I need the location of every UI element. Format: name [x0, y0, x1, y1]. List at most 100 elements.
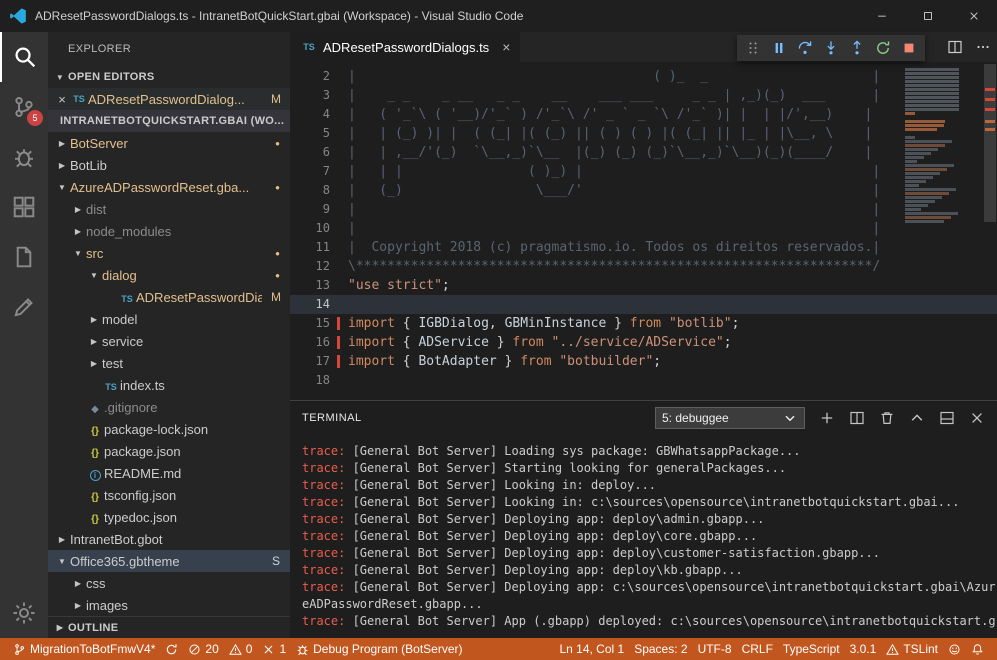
code-line[interactable]: 12\*************************************…	[290, 257, 997, 276]
status-warnings[interactable]: 0	[224, 638, 258, 660]
code-line[interactable]: 16import { ADService } from "../service/…	[290, 333, 997, 352]
status-eol[interactable]: CRLF	[737, 642, 778, 656]
terminal-split-editor-button[interactable]	[849, 410, 865, 426]
code-line[interactable]: 10| |	[290, 219, 997, 238]
chevron-down-icon[interactable]: ▼	[54, 557, 70, 566]
status-sync[interactable]	[160, 638, 183, 660]
terminal-tab[interactable]: TERMINAL	[302, 412, 362, 424]
code-line[interactable]: 17import { BotAdapter } from "botbuilder…	[290, 352, 997, 371]
debug-step-over-button[interactable]	[793, 36, 817, 60]
chevron-right-icon[interactable]: ▶	[70, 601, 86, 610]
open-editors-header[interactable]: ▼ OPEN EDITORS	[48, 66, 290, 88]
tab-close-icon[interactable]: ×	[502, 39, 510, 55]
chevron-right-icon[interactable]: ▶	[54, 161, 70, 170]
tree-item[interactable]: ◆.gitignore	[48, 396, 290, 418]
close-button[interactable]	[951, 0, 997, 32]
minimap[interactable]	[905, 68, 967, 400]
code-line[interactable]: 7| | | ( )_) | |	[290, 162, 997, 181]
activity-extensions[interactable]	[0, 182, 48, 232]
activity-gear[interactable]	[0, 588, 48, 638]
status-encoding[interactable]: UTF-8	[693, 642, 737, 656]
status-info-count[interactable]: 1	[257, 638, 291, 660]
activity-search[interactable]	[0, 32, 48, 82]
activity-source-control[interactable]: 5	[0, 82, 48, 132]
tree-item[interactable]: ▼AzureADPasswordReset.gba...●	[48, 176, 290, 198]
debug-step-into-button[interactable]	[819, 36, 843, 60]
tree-item[interactable]: ▶css	[48, 572, 290, 594]
code-line[interactable]: 14	[290, 295, 997, 314]
terminal-chevron-up-button[interactable]	[909, 410, 925, 426]
more-actions-button[interactable]	[975, 39, 991, 55]
chevron-right-icon[interactable]: ▶	[54, 535, 70, 544]
tree-item[interactable]: {}package.json	[48, 440, 290, 462]
code-line[interactable]: 15import { IGBDialog, GBMinInstance } fr…	[290, 314, 997, 333]
chevron-right-icon[interactable]: ▶	[70, 205, 86, 214]
chevron-right-icon[interactable]: ▶	[86, 315, 102, 324]
maximize-button[interactable]	[905, 0, 951, 32]
minimize-button[interactable]	[859, 0, 905, 32]
status-debug-program[interactable]: Debug Program (BotServer)	[291, 638, 467, 660]
activity-file[interactable]	[0, 232, 48, 282]
tree-item[interactable]: ▼Office365.gbthemeS	[48, 550, 290, 572]
workspace-header[interactable]: INTRANETBOTQUICKSTART.GBAI (WO...	[48, 110, 290, 132]
close-icon[interactable]: ×	[54, 92, 70, 107]
terminal-close-button[interactable]	[969, 410, 985, 426]
tree-item[interactable]: ▶BotServer●	[48, 132, 290, 154]
chevron-right-icon[interactable]: ▶	[86, 337, 102, 346]
status-indentation[interactable]: Spaces: 2	[629, 642, 692, 656]
open-editor-item[interactable]: ×TSADResetPasswordDialog...M	[48, 88, 290, 110]
chevron-down-icon[interactable]: ▼	[70, 249, 86, 258]
outline-header[interactable]: ▶ OUTLINE	[48, 616, 290, 638]
chevron-down-icon[interactable]: ▼	[54, 183, 70, 192]
status-ts-version[interactable]: 3.0.1	[845, 642, 882, 656]
chevron-right-icon[interactable]: ▶	[70, 579, 86, 588]
code-line[interactable]: 8| (_) \___/' |	[290, 181, 997, 200]
editor-scrollbar[interactable]	[983, 62, 997, 400]
code-line[interactable]: 9| |	[290, 200, 997, 219]
code-line[interactable]: 3| _ _ _ __ _ _ __ ___ ___ _ _ | ,_)(_) …	[290, 86, 997, 105]
code-line[interactable]: 13"use strict";	[290, 276, 997, 295]
status-tslint[interactable]: TSLint	[881, 642, 943, 656]
code-line[interactable]: 4| ( '_`\ ( '__)/'_` ) /'_`\ /' _ ` _ `\…	[290, 105, 997, 124]
debug-restart-button[interactable]	[871, 36, 895, 60]
code-line[interactable]: 11| Copyright 2018 (c) pragmatismo.io. T…	[290, 238, 997, 257]
status-language-mode[interactable]: TypeScript	[778, 642, 845, 656]
status-feedback[interactable]	[943, 643, 966, 656]
terminal-select[interactable]: 5: debuggee	[655, 407, 805, 429]
tree-item[interactable]: ▼dialog●	[48, 264, 290, 286]
tree-item[interactable]: ▶node_modules	[48, 220, 290, 242]
tree-item[interactable]: TSADResetPasswordDial...M	[48, 286, 290, 308]
debug-step-out-button[interactable]	[845, 36, 869, 60]
terminal-trash-button[interactable]	[879, 410, 895, 426]
tree-item[interactable]: ▶IntranetBot.gbot	[48, 528, 290, 550]
chevron-right-icon[interactable]: ▶	[70, 227, 86, 236]
terminal-output[interactable]: trace: [General Bot Server] Loading sys …	[290, 435, 997, 638]
code-editor[interactable]: 2| ( )_ _ |3| _ _ _ __ _ _ __ ___ ___ _ …	[290, 62, 997, 400]
tree-item[interactable]: ▶images	[48, 594, 290, 616]
debug-stop-button[interactable]	[897, 36, 921, 60]
tree-item[interactable]: {}package-lock.json	[48, 418, 290, 440]
terminal-panel-button[interactable]	[939, 410, 955, 426]
tree-item[interactable]: iREADME.md	[48, 462, 290, 484]
status-cursor-position[interactable]: Ln 14, Col 1	[554, 642, 629, 656]
tree-item[interactable]: ▶dist	[48, 198, 290, 220]
tree-item[interactable]: TSindex.ts	[48, 374, 290, 396]
tree-item[interactable]: ▶test	[48, 352, 290, 374]
status-git-branch[interactable]: MigrationToBotFmwV4*	[8, 638, 160, 660]
code-line[interactable]: 6| | ,__/'(_) `\__,_)`\__ |(_) (_) (_)`\…	[290, 143, 997, 162]
tree-item[interactable]: ▶BotLib	[48, 154, 290, 176]
code-line[interactable]: 18	[290, 371, 997, 390]
activity-debug[interactable]	[0, 132, 48, 182]
status-errors[interactable]: 20	[183, 638, 223, 660]
code-line[interactable]: 2| ( )_ _ |	[290, 67, 997, 86]
debug-pause-button[interactable]	[767, 36, 791, 60]
chevron-right-icon[interactable]: ▶	[86, 359, 102, 368]
status-notifications[interactable]	[966, 643, 989, 656]
tree-item[interactable]: ▼src●	[48, 242, 290, 264]
tab-adresetpassworddialogs[interactable]: TS ADResetPasswordDialogs.ts ×	[290, 32, 520, 62]
activity-edit[interactable]	[0, 282, 48, 332]
chevron-right-icon[interactable]: ▶	[54, 139, 70, 148]
terminal-plus-button[interactable]	[819, 410, 835, 426]
tree-item[interactable]: {}typedoc.json	[48, 506, 290, 528]
chevron-down-icon[interactable]: ▼	[86, 271, 102, 280]
